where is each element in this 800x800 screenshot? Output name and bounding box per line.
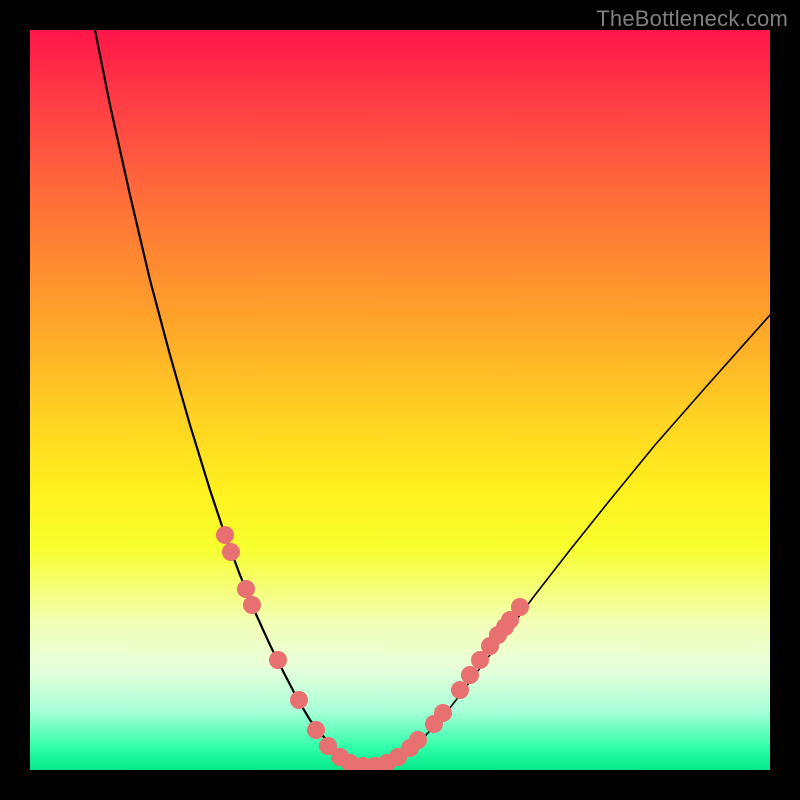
data-marker [290,691,308,709]
markers-group [216,526,529,770]
right-curve [365,315,770,766]
plot-area [30,30,770,770]
data-marker [237,580,255,598]
data-marker [269,651,287,669]
left-curve [95,30,365,766]
data-marker [461,666,479,684]
data-marker [243,596,261,614]
watermark-text: TheBottleneck.com [596,6,788,32]
data-marker [216,526,234,544]
data-marker [496,618,514,636]
chart-svg [30,30,770,770]
data-marker [409,731,427,749]
data-marker [307,721,325,739]
chart-container: TheBottleneck.com [0,0,800,800]
data-marker [451,681,469,699]
curve-group [95,30,770,766]
data-marker [511,598,529,616]
data-marker [222,543,240,561]
data-marker [434,704,452,722]
